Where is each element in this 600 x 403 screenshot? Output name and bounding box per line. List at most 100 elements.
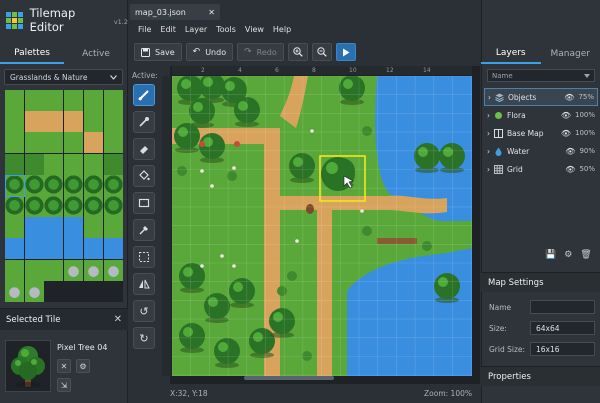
tile-swatch[interactable] [5, 217, 24, 239]
tile-swatch[interactable] [5, 90, 24, 111]
tile-swatch[interactable] [103, 111, 123, 133]
eye-icon[interactable]: 👁 [561, 129, 571, 138]
tile-swatch[interactable] [103, 259, 123, 281]
tile-swatch[interactable] [24, 196, 44, 217]
menu-tools[interactable]: Tools [216, 25, 236, 34]
tab-palettes[interactable]: Palettes [0, 43, 64, 64]
tile-swatch[interactable] [24, 217, 44, 239]
tileset-grid[interactable] [5, 90, 123, 302]
tile-swatch[interactable] [103, 196, 123, 217]
layer-row-water[interactable]: › Water 👁 90% [484, 142, 598, 160]
tile-swatch[interactable] [5, 132, 24, 154]
save-icon[interactable]: 💾 [545, 250, 556, 260]
tile-swatch[interactable] [83, 238, 103, 260]
layer-row-flora[interactable]: › Flora 👁 100% [484, 106, 598, 124]
tile-swatch[interactable] [44, 174, 64, 196]
tab-layers[interactable]: Layers [481, 44, 541, 64]
tile-swatch[interactable] [64, 90, 84, 111]
tile-swatch[interactable] [24, 132, 44, 154]
tile-swatch[interactable] [24, 174, 44, 196]
tile-swatch[interactable] [44, 196, 64, 217]
select-tool[interactable] [133, 246, 155, 268]
tile-swatch[interactable] [64, 132, 84, 154]
redo-button[interactable]: ↷ Redo [237, 43, 284, 61]
tile-swatch[interactable] [24, 238, 44, 260]
remove-tile-button[interactable]: ✕ [57, 359, 71, 373]
layer-row-grid[interactable]: › Grid 👁 50% [484, 160, 598, 178]
eraser-tool[interactable] [133, 138, 155, 160]
tile-swatch[interactable] [103, 132, 123, 154]
tilemap-canvas[interactable] [172, 76, 472, 376]
layer-row-base-map[interactable]: › Base Map 👁 100% [484, 124, 598, 142]
tile-swatch[interactable] [24, 280, 44, 302]
zoom-in-button[interactable] [287, 43, 308, 61]
tile-swatch[interactable] [5, 259, 24, 281]
tab-active[interactable]: Active [64, 43, 128, 64]
trash-icon[interactable]: 🗑 [580, 250, 591, 260]
eyedropper-tool[interactable] [133, 111, 155, 133]
grid-size-input[interactable]: 16x16 [530, 342, 595, 356]
tile-swatch[interactable] [44, 153, 64, 175]
undo-button[interactable]: ↶ Undo [185, 43, 234, 61]
mirror-tool[interactable] [133, 273, 155, 295]
eye-icon[interactable]: 👁 [565, 147, 575, 156]
tab-manager[interactable]: Manager [541, 44, 600, 64]
palette-select[interactable]: Grasslands & Nature [4, 69, 123, 85]
tile-swatch[interactable] [83, 280, 103, 302]
tile-swatch[interactable] [83, 259, 103, 281]
picker-tool[interactable] [133, 219, 155, 241]
layer-filter-input[interactable]: Name [487, 69, 595, 82]
rectangle-tool[interactable] [133, 192, 155, 214]
tile-swatch[interactable] [5, 153, 24, 175]
tile-swatch[interactable] [44, 90, 64, 111]
tile-swatch[interactable] [64, 174, 84, 196]
tile-swatch[interactable] [83, 217, 103, 239]
tile-swatch[interactable] [64, 196, 84, 217]
tile-swatch[interactable] [24, 90, 44, 111]
close-icon[interactable]: ✕ [114, 314, 122, 325]
tile-swatch[interactable] [64, 280, 84, 302]
tile-swatch[interactable] [83, 90, 103, 111]
rotate-ccw-tool[interactable]: ↺ [133, 300, 155, 322]
map-name-input[interactable] [530, 300, 595, 314]
gear-icon[interactable]: ⚙ [564, 250, 572, 260]
map-size-input[interactable]: 64x64 [530, 321, 595, 335]
tile-swatch[interactable] [64, 153, 84, 175]
tile-swatch[interactable] [103, 174, 123, 196]
menu-help[interactable]: Help [273, 25, 291, 34]
tile-swatch[interactable] [44, 132, 64, 154]
tile-swatch[interactable] [103, 238, 123, 260]
tile-export-button[interactable]: ⇲ [57, 378, 71, 392]
layer-row-objects[interactable]: › Objects 👁 75% [484, 88, 598, 106]
tile-swatch[interactable] [44, 217, 64, 239]
close-icon[interactable]: ✕ [208, 8, 215, 17]
brush-tool[interactable] [133, 84, 155, 106]
play-button[interactable] [335, 43, 356, 61]
tile-swatch[interactable] [64, 217, 84, 239]
eye-icon[interactable]: 👁 [564, 93, 574, 102]
tile-swatch[interactable] [44, 111, 64, 133]
tile-swatch[interactable] [44, 280, 64, 302]
eye-icon[interactable]: 👁 [561, 111, 571, 120]
menu-view[interactable]: View [245, 25, 264, 34]
tile-swatch[interactable] [5, 196, 24, 217]
horizontal-scrollbar[interactable] [244, 376, 334, 380]
tile-swatch[interactable] [24, 153, 44, 175]
tile-swatch[interactable] [44, 238, 64, 260]
menu-file[interactable]: File [138, 25, 151, 34]
tile-swatch[interactable] [103, 280, 123, 302]
zoom-out-button[interactable] [311, 43, 332, 61]
tile-settings-button[interactable]: ⚙ [76, 359, 90, 373]
menu-edit[interactable]: Edit [160, 25, 176, 34]
tile-swatch[interactable] [24, 259, 44, 281]
rotate-cw-tool[interactable]: ↻ [133, 327, 155, 349]
tile-swatch[interactable] [83, 111, 103, 133]
fill-tool[interactable] [133, 165, 155, 187]
tile-swatch[interactable] [103, 217, 123, 239]
menu-layer[interactable]: Layer [185, 25, 207, 34]
tile-swatch[interactable] [44, 259, 64, 281]
tile-swatch[interactable] [24, 111, 44, 133]
document-tab[interactable]: map_03.json ✕ [130, 4, 220, 20]
tile-swatch[interactable] [5, 238, 24, 260]
tile-swatch[interactable] [5, 111, 24, 133]
